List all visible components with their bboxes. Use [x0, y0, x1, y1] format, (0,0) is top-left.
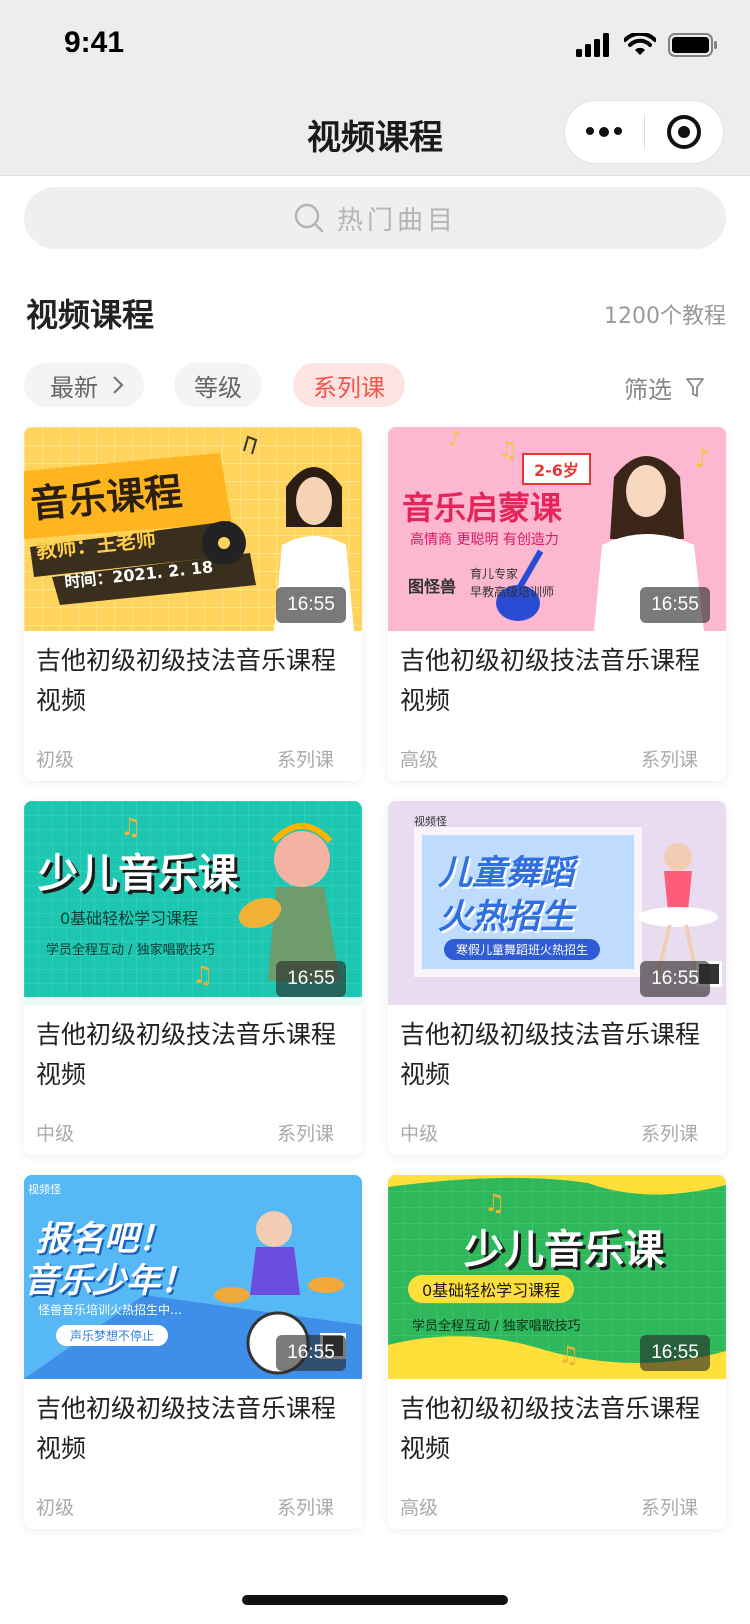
chip-label: 最新	[50, 373, 98, 402]
filter-label: 筛选	[624, 376, 672, 404]
wifi-icon	[624, 33, 656, 55]
course-type: 系列课	[640, 1497, 698, 1519]
svg-text:♫: ♫	[558, 1341, 580, 1369]
duration-badge: 16:55	[640, 961, 710, 997]
thumbnail-logo: 视频怪	[414, 815, 447, 828]
status-icons	[576, 32, 718, 58]
thumbnail-expert: 育儿专家	[470, 567, 519, 581]
age-badge: 2-6岁	[522, 453, 591, 485]
thumbnail-line-2: 火热招生	[438, 897, 574, 937]
thumbnail-slogan: 高情商 更聪明 有创造力	[410, 532, 559, 548]
thumbnail-logo: 视频怪	[28, 1183, 61, 1196]
chevron-right-icon	[113, 376, 124, 394]
thumbnail-banner: 寒假儿童舞蹈班火热招生	[444, 939, 601, 960]
course-title: 吉他初级初级技法音乐课程视频	[400, 646, 701, 715]
course-level: 高级	[400, 1497, 439, 1519]
chip-label: 等级	[194, 373, 242, 402]
tutorial-count: 1200个教程	[604, 304, 726, 329]
more-dots-icon	[586, 127, 623, 137]
chip-label: 系列课	[313, 373, 385, 402]
close-program-button[interactable]	[645, 100, 724, 164]
thumbnail-tags: 学员全程互动 / 独家唱歌技巧	[46, 943, 215, 958]
course-type: 系列课	[640, 749, 698, 771]
course-card[interactable]: 音乐课程 教师：王老师 时间：2021. 2. 18 16:55 吉他初级初级技…	[24, 427, 362, 781]
svg-text:♫: ♫	[498, 438, 518, 463]
course-type: 系列课	[276, 749, 334, 771]
thumbnail-subtitle: 0基础轻松学习课程	[60, 909, 199, 928]
course-card[interactable]: ♪ ♫ ♪ 2-6岁 音乐启蒙课 高情商 更聪明 有创造力 图怪兽 育儿专家 早…	[388, 427, 726, 781]
filter-chip-series[interactable]: 系列课	[293, 363, 405, 407]
filter-button[interactable]: 筛选	[624, 370, 704, 405]
course-type: 系列课	[640, 1123, 698, 1145]
course-level: 初级	[36, 1497, 75, 1519]
svg-text:♫: ♫	[192, 961, 214, 989]
course-type: 系列课	[276, 1123, 334, 1145]
thumbnail-brand: 图怪兽	[408, 577, 457, 596]
course-level: 初级	[36, 749, 75, 771]
thumbnail-tags: 学员全程互动 / 独家唱歌技巧	[412, 1319, 581, 1334]
course-card[interactable]: 视频怪 儿童舞蹈 火热招生 寒假儿童舞蹈班火热招生 16:55 吉他初级初级技法…	[388, 801, 726, 1155]
duration-badge: 16:55	[276, 587, 346, 623]
thumbnail-button: 声乐梦想不停止	[56, 1325, 169, 1346]
thumbnail-headline: 音乐启蒙课	[402, 489, 563, 527]
course-type: 系列课	[276, 1497, 334, 1519]
duration-badge: 16:55	[640, 1335, 710, 1371]
search-bar[interactable]: 热门曲目	[24, 187, 726, 249]
thumbnail-headline: 少儿音乐课	[38, 851, 238, 897]
duration-badge: 16:55	[276, 1335, 346, 1371]
course-card[interactable]: ♫ ♫ 少儿音乐课 0基础轻松学习课程 学员全程互动 / 独家唱歌技巧 16:5…	[24, 801, 362, 1155]
thumbnail-subtitle: 怪兽音乐培训火热招生中…	[38, 1303, 183, 1317]
section-title: 视频课程	[26, 296, 155, 334]
course-title: 吉他初级初级技法音乐课程视频	[36, 646, 337, 715]
signal-icon	[576, 33, 609, 57]
status-time: 9:41	[64, 26, 125, 59]
nav-bar: 视频课程	[0, 88, 750, 176]
course-level: 高级	[400, 749, 439, 771]
status-bar: 9:41	[0, 0, 750, 88]
svg-text:♫: ♫	[484, 1189, 506, 1217]
course-card[interactable]: ♫ ♫ 少儿音乐课 0基础轻松学习课程 学员全程互动 / 独家唱歌技巧 16:5…	[388, 1175, 726, 1529]
duration-badge: 16:55	[640, 587, 710, 623]
course-title: 吉他初级初级技法音乐课程视频	[400, 1394, 701, 1463]
search-icon	[294, 203, 324, 233]
course-level: 中级	[400, 1123, 439, 1145]
course-level: 中级	[36, 1123, 75, 1145]
battery-icon	[668, 33, 717, 57]
more-button[interactable]	[565, 100, 644, 164]
course-title: 吉他初级初级技法音乐课程视频	[400, 1020, 701, 1089]
filter-chip-latest[interactable]: 最新	[24, 363, 144, 407]
thumbnail-trainer: 早教高级培训师	[470, 585, 555, 599]
course-title: 吉他初级初级技法音乐课程视频	[36, 1394, 337, 1463]
duration-badge: 16:55	[276, 961, 346, 997]
target-icon	[666, 115, 701, 149]
course-thumbnail: ♫ ♫ 少儿音乐课 0基础轻松学习课程 学员全程互动 / 独家唱歌技巧 16:5…	[388, 1175, 726, 1379]
svg-text:♪: ♪	[694, 444, 711, 474]
mini-program-capsule	[564, 100, 724, 164]
course-thumbnail: 视频怪 报名吧！ 音乐少年！ 怪兽音乐培训火热招生中… 声乐梦想不停止 16:5…	[24, 1175, 362, 1379]
filter-chip-level[interactable]: 等级	[174, 363, 262, 407]
search-placeholder: 热门曲目	[336, 205, 457, 236]
thumbnail-line-1: 儿童舞蹈	[438, 853, 574, 893]
thumbnail-headline: 少儿音乐课	[464, 1227, 664, 1273]
svg-text:♪: ♪	[448, 427, 461, 450]
thumbnail-subtitle: 0基础轻松学习课程	[408, 1275, 575, 1303]
svg-text:♫: ♫	[120, 813, 142, 841]
course-thumbnail: 视频怪 儿童舞蹈 火热招生 寒假儿童舞蹈班火热招生 16:55	[388, 801, 726, 1005]
course-thumbnail: ♫ ♫ 少儿音乐课 0基础轻松学习课程 学员全程互动 / 独家唱歌技巧 16:5…	[24, 801, 362, 1005]
course-thumbnail: ♪ ♫ ♪ 2-6岁 音乐启蒙课 高情商 更聪明 有创造力 图怪兽 育儿专家 早…	[388, 427, 726, 631]
thumbnail-line-2: 音乐少年！	[24, 1261, 194, 1301]
funnel-icon	[686, 377, 704, 397]
course-title: 吉他初级初级技法音乐课程视频	[36, 1020, 337, 1089]
home-indicator	[242, 1595, 508, 1605]
course-thumbnail: 音乐课程 教师：王老师 时间：2021. 2. 18 16:55	[24, 427, 362, 631]
course-card[interactable]: 视频怪 报名吧！ 音乐少年！ 怪兽音乐培训火热招生中… 声乐梦想不停止 16:5…	[24, 1175, 362, 1529]
